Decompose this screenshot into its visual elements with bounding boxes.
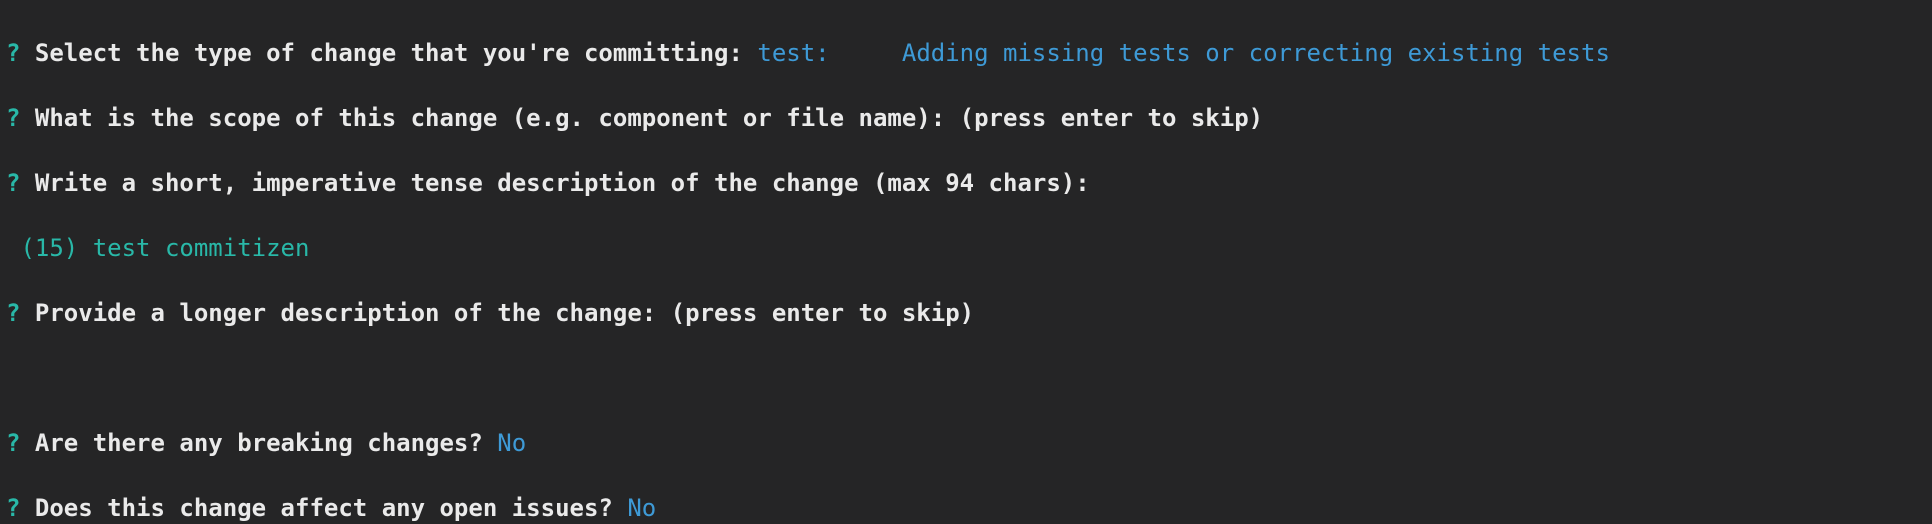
question-mark-icon: ? [6, 494, 20, 522]
prompt-breaking-label: Are there any breaking changes? [35, 429, 483, 457]
prompt-scope-line: ? What is the scope of this change (e.g.… [6, 102, 1926, 135]
blank-line [6, 362, 1926, 395]
short-char-count: (15) [20, 234, 78, 262]
prompt-long-line: ? Provide a longer description of the ch… [6, 297, 1926, 330]
prompt-type-label: Select the type of change that you're co… [35, 39, 743, 67]
prompt-type-value: test: [757, 39, 829, 67]
question-mark-icon: ? [6, 169, 20, 197]
prompt-issues-line: ? Does this change affect any open issue… [6, 492, 1926, 524]
prompt-type-line: ? Select the type of change that you're … [6, 37, 1926, 70]
terminal-output: ? Select the type of change that you're … [0, 0, 1932, 524]
prompt-type-desc: Adding missing tests or correcting exist… [902, 39, 1610, 67]
prompt-short-label: Write a short, imperative tense descript… [35, 169, 1090, 197]
question-mark-icon: ? [6, 429, 20, 457]
prompt-short-answer: (15) test commitizen [6, 232, 1926, 265]
prompt-short-line: ? Write a short, imperative tense descri… [6, 167, 1926, 200]
question-mark-icon: ? [6, 299, 20, 327]
prompt-issues-label: Does this change affect any open issues? [35, 494, 613, 522]
prompt-scope-label: What is the scope of this change (e.g. c… [35, 104, 1263, 132]
prompt-breaking-value: No [497, 429, 526, 457]
prompt-issues-value: No [627, 494, 656, 522]
question-mark-icon: ? [6, 104, 20, 132]
question-mark-icon: ? [6, 39, 20, 67]
short-desc-value: test commitizen [93, 234, 310, 262]
prompt-long-label: Provide a longer description of the chan… [35, 299, 974, 327]
prompt-breaking-line: ? Are there any breaking changes? No [6, 427, 1926, 460]
